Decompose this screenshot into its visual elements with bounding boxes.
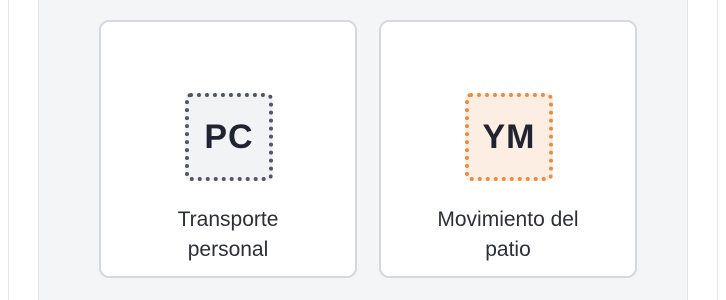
badge-code: YM xyxy=(482,117,536,156)
card-label-line-1: Movimiento del xyxy=(437,208,579,231)
card-label: Transporte personal xyxy=(111,205,345,265)
pc-badge-icon: PC xyxy=(185,93,273,181)
card-label-line-2: patio xyxy=(485,238,531,261)
card-label-line-1: Transporte xyxy=(177,208,279,231)
left-edge-divider xyxy=(8,0,9,300)
ym-badge-icon: YM xyxy=(465,93,553,181)
option-card-personal-transport[interactable]: PC Transporte personal xyxy=(99,20,357,278)
right-edge-divider xyxy=(717,0,718,300)
option-card-yard-movement[interactable]: YM Movimiento del patio xyxy=(379,20,637,278)
badge-code: PC xyxy=(204,117,254,156)
card-label: Movimiento del patio xyxy=(391,205,625,265)
card-label-line-2: personal xyxy=(187,238,269,261)
app-window: PC Transporte personal YM Movimiento del… xyxy=(0,0,726,300)
